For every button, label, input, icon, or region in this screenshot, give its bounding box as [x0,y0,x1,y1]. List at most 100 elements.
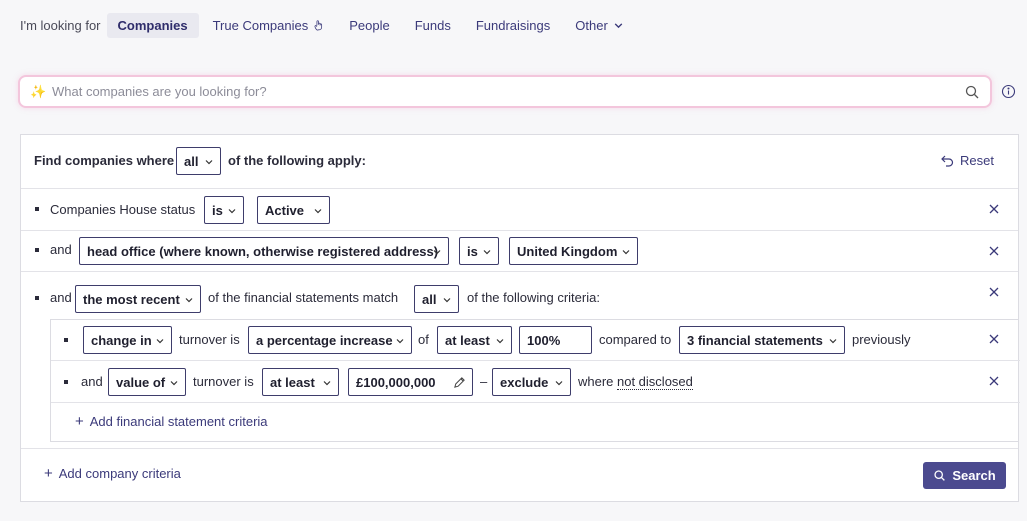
not-disclosed-label[interactable]: not disclosed [617,374,693,390]
select-value: all [422,291,437,307]
chevron-down-icon [156,339,164,344]
change-mode-select[interactable]: change in [83,326,172,354]
chevron-down-icon [433,250,441,255]
compared-label: compared to [599,332,672,347]
tab-label: Funds [414,17,451,33]
add-company-criteria-button[interactable]: + Add company criteria [44,466,181,481]
remove-rule-icon[interactable] [988,245,1000,257]
bullet [35,248,39,252]
match-all-select[interactable]: all [176,147,221,175]
match-all-select[interactable]: all [414,285,459,313]
select-value: a percentage increase [256,332,393,348]
remove-group-icon[interactable] [988,286,1000,298]
rule-head-office: and head office (where known, otherwise … [21,231,1018,272]
chevron-down-icon [555,381,563,386]
financial-criteria-box: change in turnover is a percentage incre… [50,319,1020,442]
location-field-select[interactable]: head office (where known, otherwise regi… [79,237,449,265]
tab-companies[interactable]: Companies [106,12,199,38]
operator-select[interactable]: is [459,237,499,265]
search-button-label: Search [952,468,996,483]
tab-label: People [349,17,390,33]
ai-search-bar: ✨ [18,75,992,108]
amount-input[interactable]: £100,000,000 [348,368,473,396]
hand-pointer-icon [314,19,323,30]
metric-label: turnover is [179,332,240,347]
operator-select[interactable]: is [204,196,244,224]
percentage-input[interactable]: 100% [519,326,592,354]
chevron-down-icon [829,339,837,344]
chevron-down-icon [496,339,504,344]
exclude-select[interactable]: exclude [492,368,571,396]
tab-fundraisings[interactable]: Fundraisings [465,13,561,38]
remove-rule-icon[interactable] [988,203,1000,215]
bullet [64,380,68,384]
conjunction-label: and [50,290,72,305]
value-mode-select[interactable]: value of [108,368,186,396]
search-button[interactable]: Search [923,462,1006,489]
search-type-tabs: I'm looking for Companies True Companies… [20,12,638,38]
conjunction-label: and [50,242,72,257]
group-text: of the following criteria: [467,290,600,305]
reset-icon [941,155,954,167]
comparison-select[interactable]: at least [262,368,339,396]
previously-label: previously [852,332,911,347]
tab-label: Fundraisings [475,17,551,33]
select-value: is [212,202,223,218]
add-financial-criteria-button[interactable]: + Add financial statement criteria [75,414,268,429]
bullet [35,207,39,211]
tab-funds[interactable]: Funds [404,13,462,38]
tab-label: True Companies [212,17,309,33]
chevron-down-icon [323,381,331,386]
add-financial-label: Add financial statement criteria [89,414,268,429]
sparkle-icon: ✨ [30,83,47,99]
remove-sub-rule-icon[interactable] [988,375,1000,387]
select-value: exclude [500,374,549,390]
search-icon[interactable] [964,84,980,100]
change-type-select[interactable]: a percentage increase [248,326,412,354]
remove-sub-rule-icon[interactable] [988,333,1000,345]
tab-true-companies[interactable]: True Companies [202,13,336,38]
dash-label: – [480,374,488,389]
statement-scope-select[interactable]: the most recent [75,285,201,313]
sub-rule-turnover-value: and value of turnover is at least £100,0… [51,361,1020,403]
search-icon [934,470,946,481]
select-value: United Kingdom [517,243,618,259]
search-input[interactable] [52,84,964,99]
period-select[interactable]: 3 financial statements [679,326,845,354]
header-prefix: Find companies where [34,153,175,168]
select-value: Active [265,202,305,218]
chevron-down-icon [614,22,623,28]
info-icon[interactable] [1001,84,1016,99]
bullet [35,296,39,300]
chevron-down-icon [483,250,491,255]
metric-label: turnover is [193,374,254,389]
chevron-down-icon [228,209,236,214]
select-value: at least [445,332,490,348]
country-select[interactable]: United Kingdom [509,237,638,265]
sub-rule-turnover-change: change in turnover is a percentage incre… [51,320,1020,361]
select-value: at least [270,374,315,390]
group-text: of the financial statements match [208,290,399,305]
select-value: is [467,243,478,259]
chevron-down-icon [622,250,630,255]
chevron-down-icon [443,298,451,303]
chevron-down-icon [170,381,178,386]
header-suffix: of the following apply: [228,153,366,168]
tab-other[interactable]: Other [564,13,635,38]
where-label: where [578,374,614,389]
select-value: the most recent [83,291,180,307]
reset-button[interactable]: Reset [940,153,994,168]
select-value: value of [116,374,166,390]
select-value: 3 financial statements [687,332,823,348]
status-value-select[interactable]: Active [257,196,330,224]
tab-people[interactable]: People [338,13,400,38]
comparison-select[interactable]: at least [437,326,512,354]
plus-icon: + [44,465,53,482]
select-value: all [184,153,199,169]
chevron-down-icon [185,298,193,303]
pencil-icon[interactable] [453,376,466,389]
builder-header: Find companies where all of the followin… [21,135,1018,189]
rule-companies-house-status: Companies House status is Active [21,189,1018,231]
input-value: 100% [527,332,561,348]
of-label: of [418,332,429,347]
